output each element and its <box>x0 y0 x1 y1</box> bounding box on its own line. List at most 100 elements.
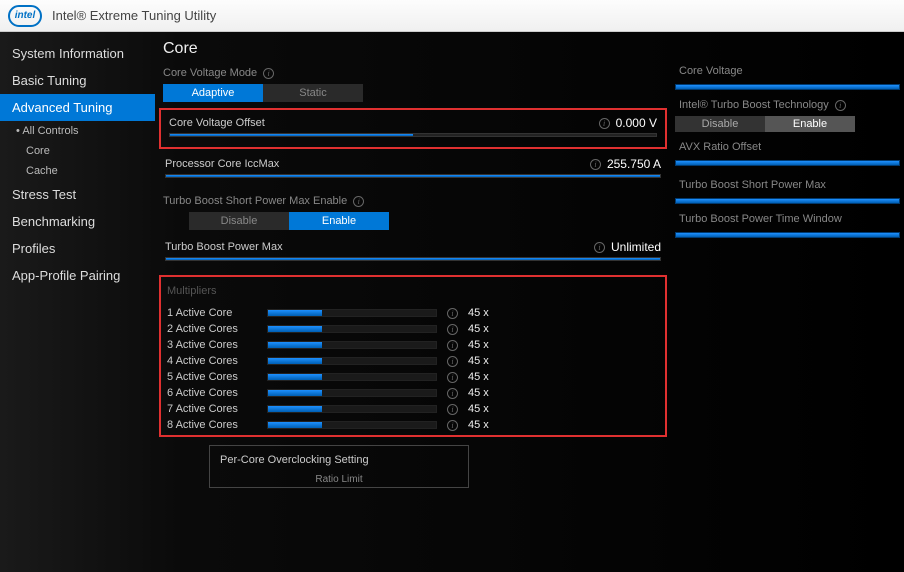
nav-sub-all-controls[interactable]: All Controls <box>0 121 155 141</box>
multiplier-slider[interactable] <box>267 373 437 381</box>
titlebar: intel Intel® Extreme Tuning Utility <box>0 0 904 32</box>
nav-basic-tuning[interactable]: Basic Tuning <box>0 67 155 94</box>
right-tb-time-label: Turbo Boost Power Time Window <box>679 213 842 225</box>
slider-fill <box>268 374 322 380</box>
multiplier-label: 8 Active Cores <box>167 419 257 431</box>
nav-stress-test[interactable]: Stress Test <box>0 181 155 208</box>
multipliers-title: Multipliers <box>163 279 663 305</box>
info-icon[interactable]: i <box>599 118 610 129</box>
tb-short-enable-toggle[interactable]: Disable Enable <box>189 212 389 230</box>
page-title: Core <box>159 40 667 58</box>
right-turbo-tech-toggle[interactable]: Disable Enable <box>675 116 855 132</box>
info-icon[interactable]: i <box>447 324 458 335</box>
slider-fill <box>268 358 322 364</box>
multiplier-value: 45 x <box>468 355 508 367</box>
multiplier-label: 6 Active Cores <box>167 387 257 399</box>
right-core-voltage-label: Core Voltage <box>679 65 743 77</box>
info-icon[interactable]: i <box>447 404 458 415</box>
core-voltage-mode-label: Core Voltage Mode i <box>159 64 667 82</box>
toggle-enable[interactable]: Enable <box>765 116 855 132</box>
per-core-sub: Ratio Limit <box>220 474 458 485</box>
right-avx-label: AVX Ratio Offset <box>679 141 761 153</box>
right-core-voltage-slider[interactable] <box>675 84 900 90</box>
toggle-disable[interactable]: Disable <box>675 116 765 132</box>
multiplier-row: 1 Active Core i 45 x <box>163 305 663 321</box>
toggle-enable[interactable]: Enable <box>289 212 389 230</box>
slider-fill <box>268 310 322 316</box>
nav-benchmarking[interactable]: Benchmarking <box>0 208 155 235</box>
multiplier-value: 45 x <box>468 371 508 383</box>
info-icon[interactable]: i <box>447 356 458 367</box>
core-voltage-offset-slider[interactable] <box>169 133 657 137</box>
highlight-voltage-offset: Core Voltage Offset i 0.000 V <box>159 108 667 149</box>
multiplier-slider[interactable] <box>267 341 437 349</box>
slider-fill <box>268 422 322 428</box>
intel-logo: intel <box>8 5 42 27</box>
iccmax-slider[interactable] <box>165 174 661 178</box>
core-voltage-offset-label: Core Voltage Offset <box>169 117 265 129</box>
right-tb-time-slider[interactable] <box>675 232 900 238</box>
slider-fill <box>166 258 660 260</box>
multiplier-row: 4 Active Coresi45 x <box>163 353 663 369</box>
core-voltage-offset-value: 0.000 V <box>616 116 657 130</box>
slider-fill <box>268 342 322 348</box>
info-icon[interactable]: i <box>835 100 846 111</box>
multiplier-value: 45 x <box>468 323 508 335</box>
right-turbo-tech-label: Intel® Turbo Boost Technology <box>679 99 829 111</box>
core-voltage-mode-toggle[interactable]: Adaptive Static <box>163 84 363 102</box>
tb-power-max-label: Turbo Boost Power Max <box>165 241 283 253</box>
info-icon[interactable]: i <box>447 388 458 399</box>
multiplier-row: 8 Active Coresi45 x <box>163 417 663 433</box>
multiplier-slider[interactable] <box>267 421 437 429</box>
multiplier-slider[interactable] <box>267 357 437 365</box>
info-icon[interactable]: i <box>447 340 458 351</box>
multiplier-row: 7 Active Coresi45 x <box>163 401 663 417</box>
iccmax-label: Processor Core IccMax <box>165 158 279 170</box>
app-title: Intel® Extreme Tuning Utility <box>52 8 216 23</box>
info-icon[interactable]: i <box>594 242 605 253</box>
info-icon[interactable]: i <box>263 68 274 79</box>
toggle-disable[interactable]: Disable <box>189 212 289 230</box>
multiplier-value: 45 x <box>468 307 508 319</box>
multiplier-slider[interactable] <box>267 325 437 333</box>
nav-sub-core[interactable]: Core <box>0 141 155 161</box>
multiplier-label: 7 Active Cores <box>167 403 257 415</box>
toggle-static[interactable]: Static <box>263 84 363 102</box>
info-icon[interactable]: i <box>447 372 458 383</box>
multiplier-slider[interactable] <box>267 309 437 317</box>
right-tb-short-slider[interactable] <box>675 198 900 204</box>
multiplier-label: 2 Active Cores <box>167 323 257 335</box>
right-avx-slider[interactable] <box>675 160 900 166</box>
multiplier-label: 3 Active Cores <box>167 339 257 351</box>
slider-fill <box>170 134 413 136</box>
multiplier-label: 1 Active Core <box>167 307 257 319</box>
highlight-multipliers: Multipliers 1 Active Corei45 x2 Active C… <box>159 275 667 437</box>
iccmax-value: 255.750 A <box>607 157 661 171</box>
multiplier-label: 5 Active Cores <box>167 371 257 383</box>
nav-app-profile-pairing[interactable]: App-Profile Pairing <box>0 262 155 289</box>
per-core-box: Per-Core Overclocking Setting Ratio Limi… <box>209 445 469 488</box>
nav-system-information[interactable]: System Information <box>0 40 155 67</box>
tb-short-enable-label: Turbo Boost Short Power Max Enable <box>163 195 347 207</box>
multiplier-row: 2 Active Cores i 45 x <box>163 321 663 337</box>
info-icon[interactable]: i <box>447 308 458 319</box>
info-icon[interactable]: i <box>447 420 458 431</box>
tb-power-max-value: Unlimited <box>611 240 661 254</box>
slider-fill <box>268 326 322 332</box>
nav-advanced-tuning[interactable]: Advanced Tuning <box>0 94 155 121</box>
slider-fill <box>268 406 322 412</box>
nav-sub-cache[interactable]: Cache <box>0 161 155 181</box>
tb-power-max-slider[interactable] <box>165 257 661 261</box>
multiplier-slider[interactable] <box>267 389 437 397</box>
info-icon[interactable]: i <box>353 196 364 207</box>
right-tb-short-label: Turbo Boost Short Power Max <box>679 179 826 191</box>
per-core-title: Per-Core Overclocking Setting <box>220 454 458 466</box>
nav-profiles[interactable]: Profiles <box>0 235 155 262</box>
multiplier-slider[interactable] <box>267 405 437 413</box>
multiplier-row: 5 Active Cores i 45 x <box>163 369 663 385</box>
multiplier-row: 3 Active Coresi45 x <box>163 337 663 353</box>
toggle-adaptive[interactable]: Adaptive <box>163 84 263 102</box>
core-voltage-mode-text: Core Voltage Mode <box>163 67 257 79</box>
slider-fill <box>166 175 660 177</box>
info-icon[interactable]: i <box>590 159 601 170</box>
